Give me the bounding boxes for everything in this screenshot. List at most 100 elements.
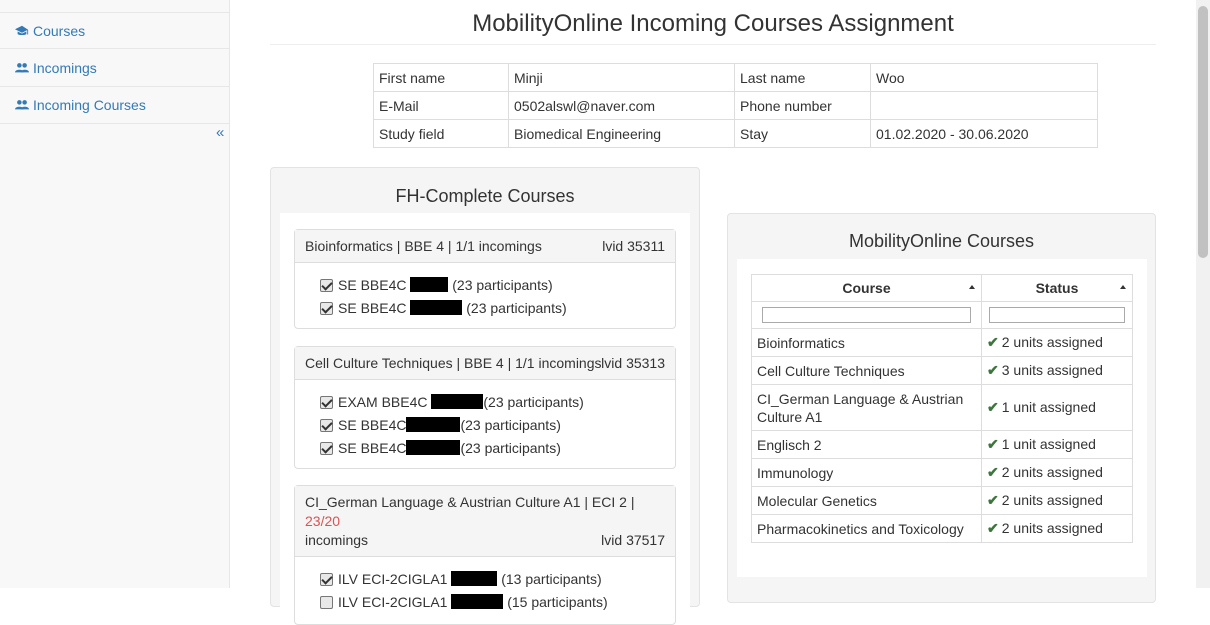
participants-count: (23 participants) bbox=[452, 277, 553, 293]
mo-courses-panel: MobilityOnline Courses Course Status Bio… bbox=[727, 213, 1156, 603]
incomings-count: 23/20 bbox=[305, 513, 341, 529]
redaction-bar bbox=[406, 440, 461, 455]
email-label: E-Mail bbox=[373, 91, 509, 120]
sidebar-item-label: Incoming Courses bbox=[33, 97, 146, 113]
participants-count: (13 participants) bbox=[501, 571, 602, 587]
status-cell: ✔ 2 units assigned bbox=[981, 514, 1133, 543]
sidebar-item-label: Courses bbox=[33, 23, 86, 39]
sort-asc-icon[interactable] bbox=[1120, 285, 1126, 289]
filter-cell bbox=[981, 301, 1133, 329]
course-entry: EXAM BBE4C (23 participants) bbox=[320, 391, 675, 414]
status-cell: ✔ 2 units assigned bbox=[981, 328, 1133, 357]
mo-courses-wrapper: Course Status Bioinformatics ✔ 2 units as… bbox=[737, 259, 1147, 577]
sidebar-collapse-button[interactable]: « bbox=[216, 124, 224, 141]
last-name-label: Last name bbox=[734, 63, 871, 92]
lvid-label: lvid 37517 bbox=[601, 532, 665, 548]
scrollbar-thumb[interactable] bbox=[1198, 6, 1208, 258]
table-row[interactable]: Englisch 2 ✔ 1 unit assigned bbox=[751, 430, 1133, 459]
participants-count: (23 participants) bbox=[483, 394, 584, 410]
status-text: 1 unit assigned bbox=[1001, 436, 1096, 452]
course-cell: Englisch 2 bbox=[751, 430, 982, 459]
redaction-bar bbox=[406, 417, 461, 432]
course-cell: Molecular Genetics bbox=[751, 486, 982, 515]
checkmark-icon: ✔ bbox=[987, 436, 999, 452]
column-header-course[interactable]: Course bbox=[751, 274, 982, 302]
filter-cell bbox=[751, 301, 982, 329]
course-cell: CI_German Language & Austrian Culture A1 bbox=[751, 384, 982, 431]
course-group-header: Bioinformatics | BBE 4 | 1/1 incomings l… bbox=[295, 230, 675, 263]
course-group: CI_German Language & Austrian Culture A1… bbox=[294, 485, 676, 625]
course-checkbox[interactable] bbox=[320, 442, 333, 455]
study-field-label: Study field bbox=[373, 119, 509, 148]
first-name-label: First name bbox=[373, 63, 509, 92]
course-group-header: CI_German Language & Austrian Culture A1… bbox=[295, 486, 675, 557]
mo-courses-title: MobilityOnline Courses bbox=[848, 231, 1035, 251]
table-row[interactable]: Pharmacokinetics and Toxicology ✔ 2 units… bbox=[751, 514, 1133, 543]
checkmark-icon: ✔ bbox=[987, 520, 999, 536]
table-row[interactable]: CI_German Language & Austrian Culture A1… bbox=[751, 384, 1133, 431]
table-row[interactable]: Bioinformatics ✔ 2 units assigned bbox=[751, 328, 1133, 357]
course-checkbox[interactable] bbox=[320, 302, 333, 315]
course-entry: ILV ECI-2CIGLA1 (15 participants) bbox=[320, 591, 675, 614]
lvid-label: lvid 35311 bbox=[602, 238, 665, 254]
course-cell: Bioinformatics bbox=[751, 328, 982, 357]
divider bbox=[270, 44, 1156, 45]
course-filter-input[interactable] bbox=[762, 307, 971, 323]
users-icon bbox=[15, 63, 29, 73]
course-checkbox[interactable] bbox=[320, 279, 333, 292]
course-cell: Cell Culture Techniques bbox=[751, 356, 982, 385]
status-filter-input[interactable] bbox=[989, 307, 1125, 323]
participants-count: (23 participants) bbox=[466, 300, 567, 316]
course-entry: SE BBE4C (23 participants) bbox=[320, 414, 675, 437]
email-value: 0502alswl@naver.com bbox=[508, 91, 735, 120]
table-row[interactable]: Molecular Genetics ✔ 2 units assigned bbox=[751, 486, 1133, 515]
course-checkbox[interactable] bbox=[320, 573, 333, 586]
redaction-bar bbox=[451, 571, 498, 586]
course-code: ILV ECI-2CIGLA1 bbox=[338, 571, 448, 587]
participants-count: (15 participants) bbox=[507, 594, 608, 610]
stay-value: 01.02.2020 - 30.06.2020 bbox=[870, 119, 1098, 148]
course-entry: SE BBE4C (23 participants) bbox=[320, 297, 675, 320]
graduation-cap-icon bbox=[15, 25, 29, 36]
sidebar-item-incoming-courses[interactable]: Incoming Courses bbox=[0, 87, 229, 124]
sidebar-item-incomings[interactable]: Incomings bbox=[0, 50, 229, 87]
checkmark-icon: ✔ bbox=[987, 464, 999, 480]
course-entry: SE BBE4C (23 participants) bbox=[320, 274, 675, 297]
status-text: 2 units assigned bbox=[1001, 334, 1103, 350]
fh-courses-panel: FH-Complete Courses Bioinformatics | BBE… bbox=[270, 167, 700, 625]
lvid-label: lvid 35313 bbox=[601, 355, 665, 371]
course-checkbox[interactable] bbox=[320, 419, 333, 432]
redaction-bar bbox=[451, 594, 504, 609]
mo-courses-table: Course Status Bioinformatics ✔ 2 units as… bbox=[751, 274, 1133, 543]
checkmark-icon: ✔ bbox=[987, 399, 999, 415]
checkmark-icon: ✔ bbox=[987, 362, 999, 378]
column-header-label: Course bbox=[842, 280, 891, 296]
course-code: EXAM BBE4C bbox=[338, 394, 428, 410]
participants-count: (23 participants) bbox=[460, 440, 561, 456]
phone-value bbox=[870, 91, 1098, 120]
study-field-value: Biomedical Engineering bbox=[508, 119, 735, 148]
status-cell: ✔ 2 units assigned bbox=[981, 458, 1133, 487]
table-row[interactable]: Immunology ✔ 2 units assigned bbox=[751, 458, 1133, 487]
participants-count: (23 participants) bbox=[460, 417, 561, 433]
course-entry: SE BBE4C (23 participants) bbox=[320, 437, 675, 460]
status-text: 2 units assigned bbox=[1001, 464, 1103, 480]
status-text: 3 units assigned bbox=[1001, 362, 1103, 378]
page-scrollbar[interactable] bbox=[1196, 0, 1210, 588]
redaction-bar bbox=[410, 300, 463, 315]
course-checkbox[interactable] bbox=[320, 596, 333, 609]
course-code: SE BBE4C bbox=[338, 277, 407, 293]
column-header-status[interactable]: Status bbox=[981, 274, 1133, 302]
course-group-name: Bioinformatics | BBE 4 | 1/1 incomings bbox=[305, 238, 542, 254]
student-info-table: First name Minji Last name Woo E-Mail 05… bbox=[373, 63, 1098, 148]
course-checkbox[interactable] bbox=[320, 396, 333, 409]
course-code: SE BBE4C bbox=[338, 440, 407, 456]
course-code: SE BBE4C bbox=[338, 300, 407, 316]
sidebar-item-courses[interactable]: Courses bbox=[0, 12, 229, 49]
status-cell: ✔ 1 unit assigned bbox=[981, 430, 1133, 459]
table-row[interactable]: Cell Culture Techniques ✔ 3 units assigne… bbox=[751, 356, 1133, 385]
sort-asc-icon[interactable] bbox=[969, 285, 975, 289]
stay-label: Stay bbox=[734, 119, 871, 148]
status-cell: ✔ 2 units assigned bbox=[981, 486, 1133, 515]
course-cell: Pharmacokinetics and Toxicology bbox=[751, 514, 982, 543]
